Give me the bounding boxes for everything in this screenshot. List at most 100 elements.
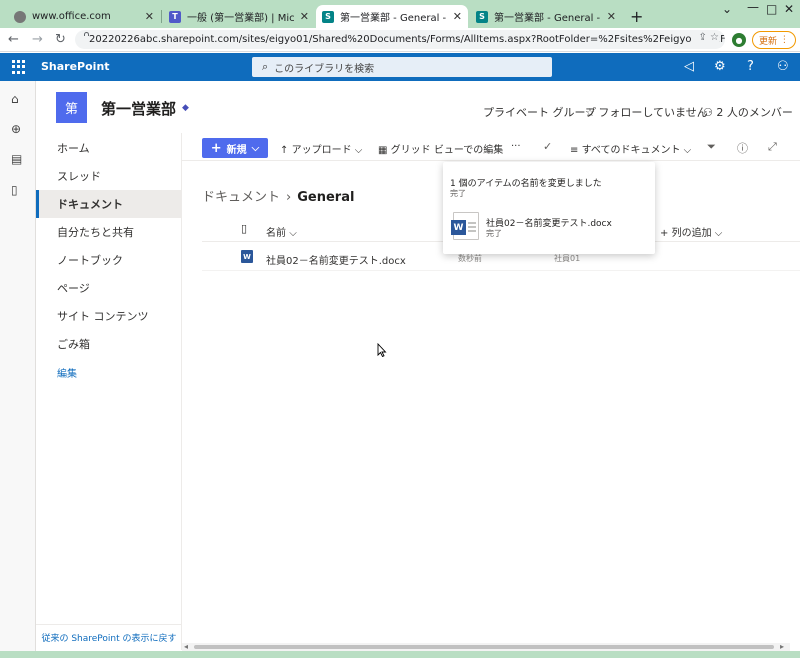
follow-button[interactable]: ☆ フォローしていません <box>585 104 708 120</box>
site-title[interactable]: 第一営業部 <box>101 98 176 119</box>
close-icon[interactable]: ✕ <box>300 10 309 23</box>
close-icon[interactable]: ✕ <box>607 10 616 23</box>
left-navigation: ホーム スレッド ドキュメント 自分たちと共有 ノートブック ページ サイト コ… <box>36 133 182 650</box>
grid-edit-label: グリッド ビューでの編集 <box>390 145 504 156</box>
upload-icon: ↑ <box>280 145 289 156</box>
teams-icon[interactable]: ◆ <box>182 103 189 113</box>
scroll-left-icon[interactable]: ◂ <box>184 642 188 651</box>
view-label: すべてのドキュメント <box>581 145 681 156</box>
scroll-right-icon[interactable]: ▸ <box>780 642 784 651</box>
close-icon[interactable]: ✕ <box>453 10 462 23</box>
filter-icon[interactable]: ⏷ <box>707 140 716 154</box>
expand-icon[interactable]: ⤢ <box>768 140 777 154</box>
url-field[interactable]: 20220226abc.sharepoint.com/sites/eigyo01… <box>75 30 725 49</box>
nav-item-notebook[interactable]: ノートブック <box>36 246 182 274</box>
app-launcher-icon[interactable] <box>12 60 26 74</box>
file-icon[interactable]: ▯ <box>11 183 18 197</box>
breadcrumb-parent[interactable]: ドキュメント <box>202 190 280 205</box>
star-icon: ☆ <box>585 106 595 119</box>
check-icon[interactable]: ✓ <box>543 140 552 153</box>
mouse-cursor-icon <box>377 342 387 360</box>
maximize-icon[interactable]: □ <box>766 2 777 16</box>
gear-icon[interactable]: ⚙ <box>714 59 726 74</box>
plus-icon: + <box>210 140 222 156</box>
view-selector[interactable]: ≡ すべてのドキュメント ⌵ <box>570 141 691 156</box>
help-icon[interactable]: ? <box>747 59 754 74</box>
chevron-down-icon[interactable]: ⌄ <box>722 2 732 16</box>
address-bar-row: ← → ↻ 20220226abc.sharepoint.com/sites/e… <box>0 28 800 52</box>
members-button[interactable]: ⚇ 2 人のメンバー <box>703 104 793 120</box>
minimize-icon[interactable]: — <box>747 0 759 14</box>
close-icon[interactable]: ✕ <box>145 10 154 23</box>
nav-item-recycle-bin[interactable]: ごみ箱 <box>36 330 182 358</box>
nav-edit-link[interactable]: 編集 <box>36 358 182 386</box>
person-icon: ⚇ <box>703 106 713 119</box>
tab-divider <box>161 10 162 23</box>
site-header: 第 第一営業部 ◆ プライベート グループ ☆ フォローしていません ⚇ 2 人… <box>36 81 800 133</box>
forward-icon[interactable]: → <box>32 32 43 47</box>
more-button[interactable]: ··· <box>511 141 521 152</box>
profile-avatar-icon[interactable]: ● <box>732 33 746 47</box>
search-placeholder: このライブラリを検索 <box>274 63 375 75</box>
nav-item-site-contents[interactable]: サイト コンテンツ <box>36 302 182 330</box>
window-close-icon[interactable]: ✕ <box>784 2 794 16</box>
classic-view-link[interactable]: 従来の SharePoint の表示に戻す <box>36 624 182 650</box>
update-label: 更新 <box>759 36 778 47</box>
breadcrumb-current[interactable]: General <box>297 190 354 205</box>
tab-title: www.office.com <box>32 11 111 22</box>
command-bar: + 新規 ⌵ ↑ アップロード ⌵ ▦ グリッド ビューでの編集 ··· ✓ ≡… <box>182 133 800 161</box>
globe-icon[interactable]: ⊕ <box>11 122 21 136</box>
chevron-down-icon: ⌵ <box>683 145 692 156</box>
file-type-icon[interactable]: ▯ <box>241 222 247 235</box>
sharepoint-icon: S <box>476 10 488 23</box>
reload-icon[interactable]: ↻ <box>55 32 66 47</box>
new-button[interactable]: + 新規 ⌵ <box>202 138 268 158</box>
modified-by-cell[interactable]: 社員01 <box>554 253 580 264</box>
library-search-input[interactable]: ⌕ このライブラリを検索 <box>252 57 552 77</box>
tab-teams[interactable]: T 一般 (第一営業部) | Microsoft Teams ✕ <box>163 5 315 28</box>
news-icon[interactable]: ▤ <box>11 152 22 166</box>
list-icon: ≡ <box>570 145 579 156</box>
megaphone-icon[interactable]: ◁ <box>684 59 694 74</box>
members-label: 2 人のメンバー <box>716 106 793 119</box>
nav-item-pages[interactable]: ページ <box>36 274 182 302</box>
tab-sharepoint[interactable]: S 第一営業部 - General - すべてのドキュメント ✕ <box>470 5 622 28</box>
nav-item-documents[interactable]: ドキュメント <box>36 190 182 218</box>
scrollbar-thumb[interactable] <box>194 645 774 649</box>
upload-button[interactable]: ↑ アップロード ⌵ <box>280 141 362 156</box>
tab-title: 一般 (第一営業部) | Microsoft Teams <box>187 13 294 24</box>
new-tab-button[interactable]: + <box>630 7 643 26</box>
chevron-down-icon: ⌵ <box>251 142 260 154</box>
nav-edit-label: 編集 <box>57 368 77 380</box>
add-column-button[interactable]: + 列の追加 ⌵ <box>660 224 722 239</box>
info-icon[interactable]: ⓘ <box>737 140 748 156</box>
nav-item-shared[interactable]: 自分たちと共有 <box>36 218 182 246</box>
search-icon: ⌕ <box>262 60 269 73</box>
document-lines-icon <box>468 222 476 232</box>
chevron-right-icon: › <box>286 190 292 205</box>
new-label: 新規 <box>226 144 247 156</box>
toast-file-name[interactable]: 社員02－名前変更テスト.docx <box>486 216 612 229</box>
grid-edit-button[interactable]: ▦ グリッド ビューでの編集 <box>378 141 503 156</box>
horizontal-scrollbar[interactable]: ◂ ▸ <box>182 642 790 651</box>
upload-label: アップロード <box>291 145 352 156</box>
nav-item-threads[interactable]: スレッド <box>36 162 182 190</box>
word-file-icon: W <box>241 250 253 263</box>
toast-title: 1 個のアイテムの名前を変更しました <box>450 179 602 189</box>
tab-office[interactable]: www.office.com ✕ <box>8 5 160 28</box>
nav-item-home[interactable]: ホーム <box>36 134 182 162</box>
tab-title: 第一営業部 - General - すべてのドキュメント <box>494 13 601 24</box>
file-name-cell[interactable]: 社員02－名前変更テスト.docx <box>266 252 406 267</box>
site-logo[interactable]: 第 <box>56 92 87 123</box>
suite-bar: SharePoint ⌕ このライブラリを検索 ◁ ⚙ ? ⚇ <box>0 53 800 81</box>
column-header-name[interactable]: 名前 ⌵ <box>266 224 297 239</box>
tab-title: 第一営業部 - General - すべてのドキュメント <box>340 13 447 24</box>
tab-sharepoint-active[interactable]: S 第一営業部 - General - すべてのドキュメント ✕ <box>316 5 468 28</box>
url-text: 20220226abc.sharepoint.com/sites/eigyo01… <box>89 34 725 45</box>
account-icon[interactable]: ⚇ <box>777 59 789 74</box>
star-icon[interactable]: ⇪ ☆ <box>692 32 719 43</box>
update-button[interactable]: 更新 ⋮ <box>752 31 796 49</box>
home-icon[interactable]: ⌂ <box>11 92 19 106</box>
sharepoint-brand[interactable]: SharePoint <box>41 60 110 73</box>
back-icon[interactable]: ← <box>8 32 19 47</box>
